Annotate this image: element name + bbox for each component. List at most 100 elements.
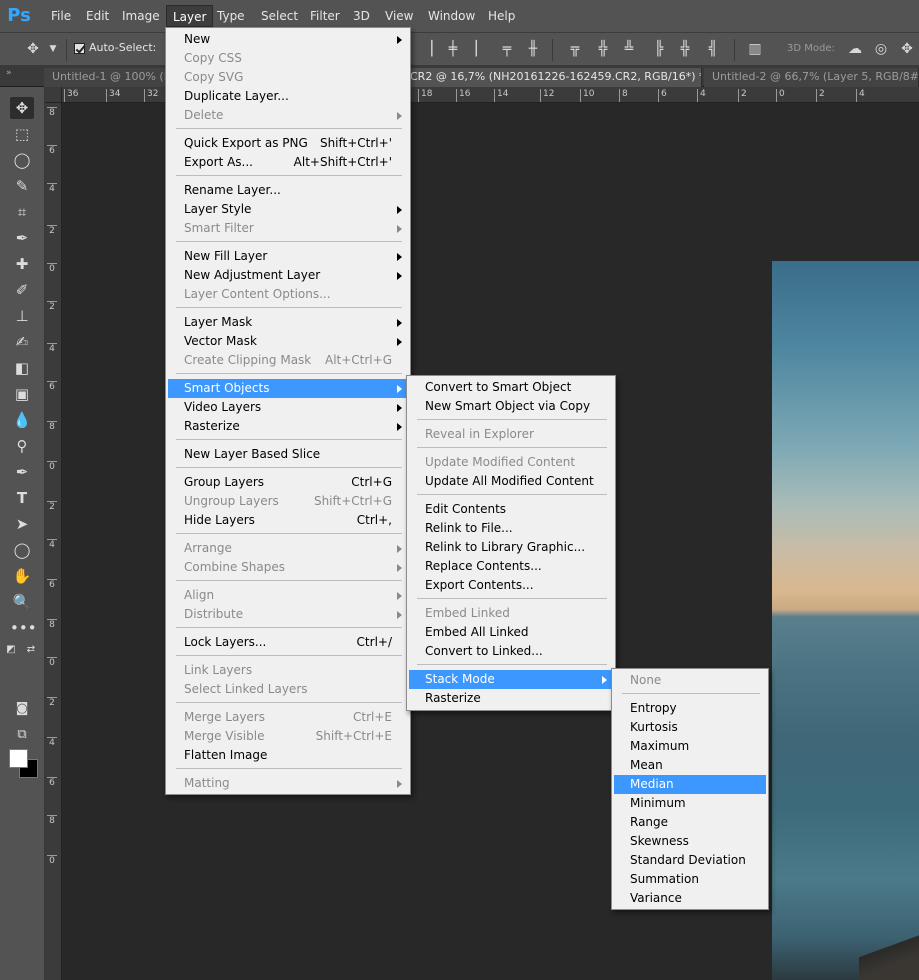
stack-mode-item-summation[interactable]: Summation [614,870,766,889]
clone-stamp-icon[interactable]: ⊥ [10,305,34,327]
layer-menu-item-layer-style[interactable]: Layer Style [168,200,408,219]
3d-orbit-icon[interactable]: ☁ [846,40,864,58]
crop-icon[interactable]: ⌗ [10,201,34,223]
layer-menu-item-layer-mask[interactable]: Layer Mask [168,313,408,332]
layer-menu-item-new-layer-based-slice[interactable]: New Layer Based Slice [168,445,408,464]
vertical-ruler[interactable]: 8 6 4 2 0 2 4 6 8 0 2 4 6 8 0 2 4 6 8 0 [45,103,62,980]
align-right-edges-icon[interactable]: ▏ [472,40,490,58]
smart-objects-item-stack-mode[interactable]: Stack Mode [409,670,613,689]
layer-menu-item-lock-layers[interactable]: Lock Layers... Ctrl+/ [168,633,408,652]
stack-mode-item-range[interactable]: Range [614,813,766,832]
stack-mode-item-maximum[interactable]: Maximum [614,737,766,756]
swap-colors-icon[interactable]: ⇄ [24,639,38,661]
stack-mode-item-mean[interactable]: Mean [614,756,766,775]
layer-menu-item-video-layers[interactable]: Video Layers [168,398,408,417]
align-top-edges-icon[interactable]: ╤ [498,40,516,58]
stack-mode-item-minimum[interactable]: Minimum [614,794,766,813]
move-tool-icon[interactable]: ✥ [24,40,42,58]
tab-cr2-document[interactable]: CR2 @ 16,7% (NH20161226-162459.CR2, RGB/… [402,68,702,87]
layer-menu-item-new-fill-layer[interactable]: New Fill Layer [168,247,408,266]
eyedropper-icon[interactable]: ✒ [10,227,34,249]
lasso-icon[interactable]: ◯ [10,149,34,171]
hand-icon[interactable]: ✋ [10,565,34,587]
layer-menu-item-vector-mask[interactable]: Vector Mask [168,332,408,351]
menu-select[interactable]: Select [255,5,304,27]
layer-menu-item-new[interactable]: New [168,30,408,49]
ruler-origin[interactable] [45,87,62,103]
menu-view[interactable]: View [379,5,419,27]
stack-mode-item-entropy[interactable]: Entropy [614,699,766,718]
stack-mode-item-variance[interactable]: Variance [614,889,766,908]
3d-pan-icon[interactable]: ✥ [898,40,916,58]
smart-objects-item-convert-to-smart-object[interactable]: Convert to Smart Object [409,378,613,397]
menu-type[interactable]: Type [211,5,251,27]
healing-brush-icon[interactable]: ✚ [10,253,34,275]
smart-objects-item-update-all-modified-content[interactable]: Update All Modified Content [409,472,613,491]
smart-objects-item-embed-all-linked[interactable]: Embed All Linked [409,623,613,642]
stack-mode-item-kurtosis[interactable]: Kurtosis [614,718,766,737]
quick-mask-icon[interactable]: ◙ [10,698,34,720]
quick-select-icon[interactable]: ✎ [10,175,34,197]
distribute-hcenter-icon[interactable]: ╬ [676,40,694,58]
layer-menu-item-smart-objects[interactable]: Smart Objects [168,379,408,398]
menu-image[interactable]: Image [116,5,166,27]
menu-help[interactable]: Help [482,5,521,27]
type-icon[interactable]: T [10,487,34,509]
distribute-left-icon[interactable]: ╠ [650,40,668,58]
distribute-bottom-icon[interactable]: ╩ [620,40,638,58]
smart-objects-item-rasterize[interactable]: Rasterize [409,689,613,708]
layer-menu-item-new-adjustment-layer[interactable]: New Adjustment Layer [168,266,408,285]
blur-icon[interactable]: 💧 [10,409,34,431]
distribute-top-icon[interactable]: ╦ [566,40,584,58]
align-vertical-centers-icon[interactable]: ╫ [524,40,542,58]
layer-menu-item-duplicate-layer[interactable]: Duplicate Layer... [168,87,408,106]
smart-objects-item-replace-contents[interactable]: Replace Contents... [409,557,613,576]
document-photo-seascape[interactable] [772,261,919,980]
menu-edit[interactable]: Edit [80,5,115,27]
screen-mode-icon[interactable]: ⧉ [10,724,34,746]
menu-filter[interactable]: Filter [304,5,346,27]
layer-menu-item-rasterize[interactable]: Rasterize [168,417,408,436]
align-left-edges-icon[interactable]: ▕ [418,40,436,58]
stack-mode-item-skewness[interactable]: Skewness [614,832,766,851]
distribute-right-icon[interactable]: ╣ [704,40,722,58]
dodge-icon[interactable]: ⚲ [10,435,34,457]
path-select-icon[interactable]: ➤ [10,513,34,535]
brush-icon[interactable]: ✐ [10,279,34,301]
menu-3d[interactable]: 3D [347,5,376,27]
smart-objects-item-relink-to-library-graphic[interactable]: Relink to Library Graphic... [409,538,613,557]
stack-mode-item-median[interactable]: Median [614,775,766,794]
pen-icon[interactable]: ✒ [10,461,34,483]
default-colors-icon[interactable]: ◩ [4,639,18,661]
layer-menu-item-export-as[interactable]: Export As... Alt+Shift+Ctrl+' [168,153,408,172]
auto-align-icon[interactable]: ▥ [746,40,764,58]
move-icon[interactable]: ✥ [10,97,34,119]
more-tools-icon[interactable]: ••• [10,617,37,639]
stack-mode-item-standard-deviation[interactable]: Standard Deviation [614,851,766,870]
ellipse-icon[interactable]: ◯ [10,539,34,561]
expand-panels-icon[interactable]: » [6,68,12,78]
gradient-icon[interactable]: ▣ [10,383,34,405]
menu-file[interactable]: File [45,5,77,27]
menu-layer[interactable]: Layer [166,5,214,27]
menu-window[interactable]: Window [422,5,481,27]
distribute-vcenter-icon[interactable]: ╬ [594,40,612,58]
marquee-icon[interactable]: ⬚ [10,123,34,145]
zoom-icon[interactable]: 🔍 [10,591,34,613]
auto-select-checkbox[interactable] [74,43,85,54]
layer-menu-item-quick-export-as-png[interactable]: Quick Export as PNG Shift+Ctrl+' [168,134,408,153]
layer-menu-item-group-layers[interactable]: Group Layers Ctrl+G [168,473,408,492]
layer-menu-item-rename-layer[interactable]: Rename Layer... [168,181,408,200]
smart-objects-item-export-contents[interactable]: Export Contents... [409,576,613,595]
tab-untitled-1[interactable]: Untitled-1 @ 100% (L [44,68,166,87]
tool-preset-dropdown-icon[interactable]: ▼ [44,40,62,58]
3d-roll-icon[interactable]: ◎ [872,40,890,58]
smart-objects-item-edit-contents[interactable]: Edit Contents [409,500,613,519]
eraser-icon[interactable]: ◧ [10,357,34,379]
foreground-color-swatch[interactable] [9,749,28,768]
align-horizontal-centers-icon[interactable]: ╪ [444,40,462,58]
layer-menu-item-flatten-image[interactable]: Flatten Image [168,746,408,765]
smart-objects-item-convert-to-linked[interactable]: Convert to Linked... [409,642,613,661]
history-brush-icon[interactable]: ✍ [10,331,34,353]
layer-menu-item-hide-layers[interactable]: Hide Layers Ctrl+, [168,511,408,530]
